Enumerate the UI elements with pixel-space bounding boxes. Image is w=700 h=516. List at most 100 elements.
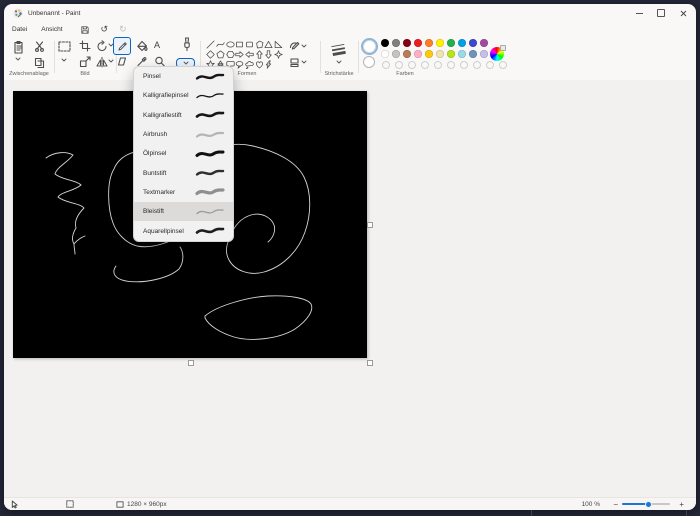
rotate-button[interactable] (96, 40, 108, 52)
shape-hexagon-icon[interactable] (225, 49, 235, 59)
shape-arrow-up-icon[interactable] (254, 49, 264, 59)
shape-lightning-icon[interactable] (264, 59, 274, 69)
shape-oval-callout-icon[interactable] (235, 59, 245, 69)
brush-menu-item[interactable]: Kalligrafiestift (134, 106, 233, 125)
empty-color-slot[interactable] (408, 61, 416, 69)
menu-datei[interactable]: Datei (6, 24, 33, 35)
color-swatch[interactable] (392, 50, 400, 58)
color1-selector[interactable] (361, 38, 378, 55)
zoom-in-button[interactable]: + (679, 498, 684, 510)
shape-fill-button[interactable] (289, 57, 300, 68)
color-swatch[interactable] (436, 50, 444, 58)
stroke-width-dropdown-chevron-icon[interactable] (336, 60, 342, 64)
close-button[interactable] (672, 4, 694, 22)
minimize-button[interactable] (628, 4, 650, 22)
empty-color-slot[interactable] (486, 61, 494, 69)
fill-dropdown-chevron-icon[interactable] (301, 60, 307, 64)
brush-menu-item[interactable]: Kalligrafiepinsel (134, 86, 233, 105)
paste-dropdown-chevron-icon[interactable] (15, 57, 21, 61)
shape-cloud-callout-icon[interactable] (245, 59, 255, 69)
color-swatch[interactable] (414, 39, 422, 47)
canvas-resize-handle-bottom[interactable] (188, 360, 194, 366)
color-swatch[interactable] (381, 50, 389, 58)
shape-arrow-down-icon[interactable] (264, 49, 274, 59)
resize-button[interactable] (79, 56, 91, 68)
shape-arrow-left-icon[interactable] (245, 49, 255, 59)
shape-diamond-icon[interactable] (206, 49, 216, 59)
brush-menu-item[interactable]: Bleistift (134, 202, 233, 222)
brush-menu-item[interactable]: Pinsel (134, 67, 233, 86)
save-button[interactable] (80, 25, 90, 35)
select-button[interactable] (58, 41, 71, 52)
undo-button[interactable]: ↺ (101, 25, 109, 34)
empty-color-slot[interactable] (499, 61, 507, 69)
empty-color-slot[interactable] (382, 61, 390, 69)
menu-ansicht[interactable]: Ansicht (35, 24, 68, 35)
shape-curve-icon[interactable] (216, 39, 226, 49)
shape-outline-button[interactable] (289, 41, 300, 52)
shape-heart-icon[interactable] (254, 59, 264, 69)
zoom-slider-track[interactable] (622, 500, 670, 508)
color-swatch[interactable] (403, 50, 411, 58)
brush-tool-button[interactable] (181, 37, 193, 53)
cut-button[interactable] (34, 41, 45, 52)
color-swatch[interactable] (469, 50, 477, 58)
color-swatch[interactable] (480, 39, 488, 47)
zoom-slider-thumb[interactable] (645, 500, 652, 508)
flip-button[interactable] (96, 56, 108, 68)
brush-menu-item[interactable]: Aquarellpinsel (134, 221, 233, 240)
empty-color-slot[interactable] (395, 61, 403, 69)
copy-button[interactable] (34, 57, 45, 68)
shape-rounded-rectangle-icon[interactable] (245, 39, 255, 49)
brush-menu-item[interactable]: Buntstift (134, 163, 233, 182)
canvas-resize-handle-right[interactable] (367, 222, 373, 228)
color-swatch[interactable] (447, 50, 455, 58)
stroke-width-button[interactable] (330, 43, 347, 61)
color-swatch[interactable] (414, 50, 422, 58)
paste-button[interactable] (12, 40, 25, 55)
shape-pentagon-icon[interactable] (216, 49, 226, 59)
shape-rectangle-icon[interactable] (235, 39, 245, 49)
crop-button[interactable] (79, 40, 91, 52)
zoom-slider[interactable] (622, 498, 670, 510)
empty-color-slot[interactable] (434, 61, 442, 69)
color2-selector[interactable] (363, 56, 375, 68)
text-tool-button[interactable]: A (154, 40, 160, 50)
eraser-tool-button[interactable] (116, 56, 128, 67)
brush-menu-item[interactable]: Airbrush (134, 125, 233, 144)
color-swatch[interactable] (436, 39, 444, 47)
shape-ellipse-icon[interactable] (225, 39, 235, 49)
fill-tool-button[interactable] (136, 40, 148, 52)
color-swatch[interactable] (447, 39, 455, 47)
select-dropdown-chevron-icon[interactable] (61, 58, 67, 62)
shape-polygon-icon[interactable] (254, 39, 264, 49)
empty-color-slot[interactable] (421, 61, 429, 69)
color-swatch[interactable] (381, 39, 389, 47)
brush-menu-item[interactable]: Textmarker (134, 183, 233, 202)
color-swatch[interactable] (425, 50, 433, 58)
empty-color-slot[interactable] (473, 61, 481, 69)
pencil-tool-button[interactable] (113, 37, 131, 55)
color-swatch[interactable] (480, 50, 488, 58)
shape-four-point-star-icon[interactable] (274, 49, 284, 59)
empty-color-slot[interactable] (447, 61, 455, 69)
zoom-out-button[interactable]: − (613, 498, 618, 510)
shape-right-triangle-icon[interactable] (274, 39, 284, 49)
cursor-position-indicator (11, 498, 18, 510)
color-swatch[interactable] (458, 39, 466, 47)
color-swatch[interactable] (425, 39, 433, 47)
shape-line-icon[interactable] (206, 39, 216, 49)
edit-colors-button[interactable] (490, 45, 506, 61)
outline-dropdown-chevron-icon[interactable] (301, 44, 307, 48)
brush-menu-item[interactable]: Ölpinsel (134, 144, 233, 163)
empty-color-slot[interactable] (460, 61, 468, 69)
color-swatch[interactable] (469, 39, 477, 47)
maximize-button[interactable] (650, 4, 672, 22)
color-swatch[interactable] (392, 39, 400, 47)
shape-triangle-icon[interactable] (264, 39, 274, 49)
color-swatch[interactable] (458, 50, 466, 58)
color-swatch[interactable] (403, 39, 411, 47)
canvas-resize-handle-corner[interactable] (367, 360, 373, 366)
redo-button[interactable]: ↻ (119, 25, 127, 34)
shape-arrow-right-icon[interactable] (235, 49, 245, 59)
